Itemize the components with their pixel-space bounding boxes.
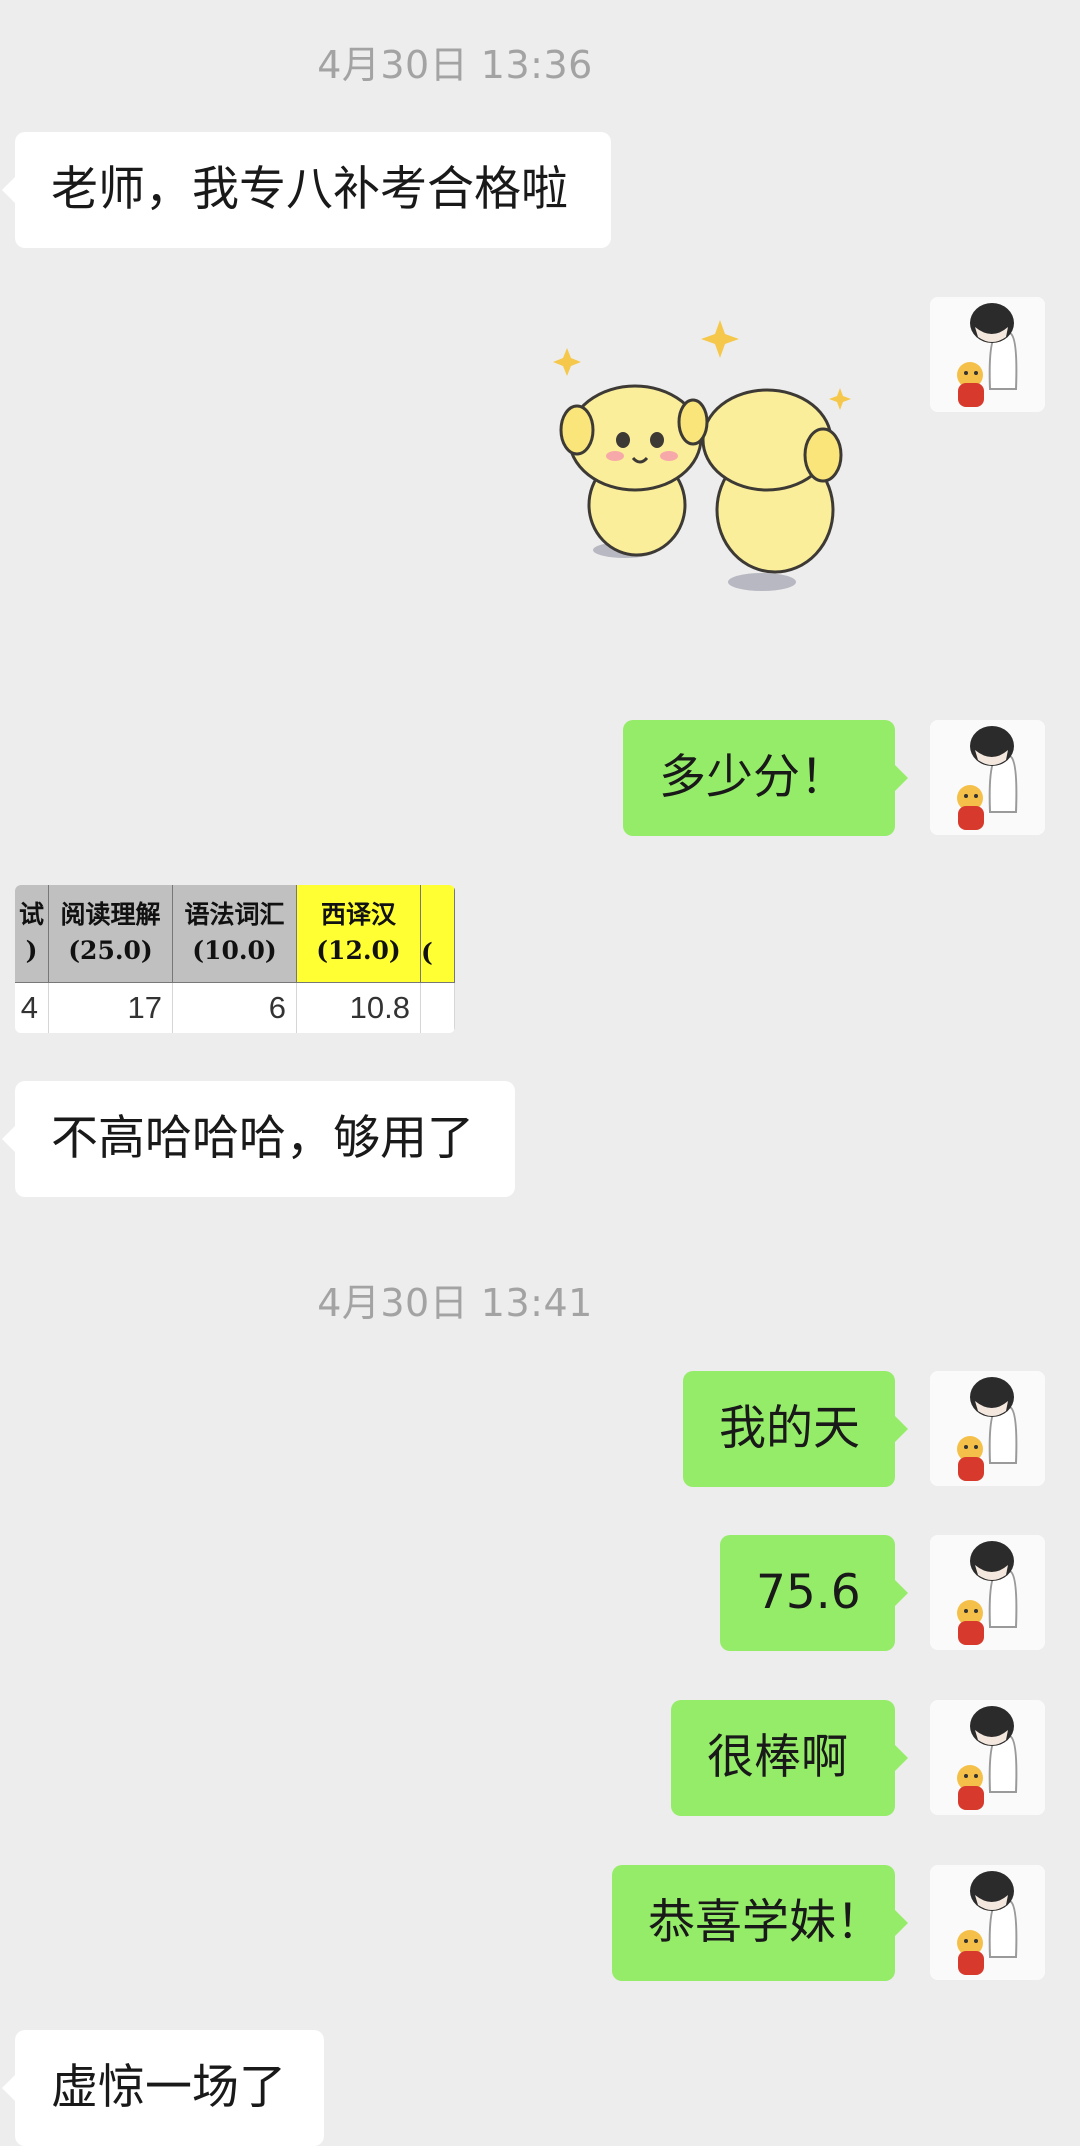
avatar[interactable] bbox=[930, 720, 1045, 835]
message-text: 不高哈哈哈，够用了 bbox=[51, 1111, 474, 1166]
score-spreadsheet-image[interactable]: 试) 阅读理解 (25.0) 语法词汇 (10.0) 西译汉 (12.0) ( 4 1… bbox=[15, 885, 455, 1033]
message-bubble-outgoing[interactable]: 恭喜学妹！ bbox=[612, 1865, 908, 1981]
table-header-highlighted: ( bbox=[421, 885, 455, 983]
table-cell: 4 bbox=[15, 983, 49, 1033]
message-text: 老师，我专八补考合格啦 bbox=[51, 162, 568, 217]
avatar-image bbox=[930, 1865, 1045, 1980]
message-text: 很棒啊 bbox=[707, 1730, 848, 1785]
table-header: 阅读理解 (25.0) bbox=[49, 885, 173, 983]
message-bubble-incoming[interactable]: 虚惊一场了 bbox=[2, 2030, 324, 2146]
message-bubble-incoming[interactable]: 不高哈哈哈，够用了 bbox=[2, 1081, 515, 1197]
avatar[interactable] bbox=[930, 1865, 1045, 1980]
message-bubble-outgoing[interactable]: 我的天 bbox=[683, 1371, 908, 1487]
avatar[interactable] bbox=[930, 297, 1045, 412]
table-header: 语法词汇 (10.0) bbox=[173, 885, 297, 983]
table-cell: 10.8 bbox=[297, 983, 421, 1033]
avatar-image bbox=[930, 1535, 1045, 1650]
message-bubble-outgoing[interactable]: 75.6 bbox=[720, 1535, 908, 1651]
table-header: 试) bbox=[15, 885, 49, 983]
timestamp: 4月30日 13:36 bbox=[317, 43, 593, 87]
message-text: 我的天 bbox=[719, 1401, 860, 1456]
message-bubble-outgoing[interactable]: 多少分！ bbox=[623, 720, 908, 836]
avatar-image bbox=[930, 1700, 1045, 1815]
avatar[interactable] bbox=[930, 1371, 1045, 1486]
avatar[interactable] bbox=[930, 1700, 1045, 1815]
table-cell bbox=[421, 983, 455, 1033]
avatar[interactable] bbox=[930, 1535, 1045, 1650]
message-text: 75.6 bbox=[756, 1565, 861, 1620]
avatar-image bbox=[930, 720, 1045, 835]
message-bubble-outgoing[interactable]: 很棒啊 bbox=[671, 1700, 908, 1816]
message-bubble-incoming[interactable]: 老师，我专八补考合格啦 bbox=[2, 132, 611, 248]
message-text: 多少分！ bbox=[659, 750, 847, 805]
timestamp: 4月30日 13:41 bbox=[317, 1281, 593, 1325]
hugging-dogs-sticker[interactable] bbox=[545, 320, 865, 610]
table-cell: 6 bbox=[173, 983, 297, 1033]
avatar-image bbox=[930, 1371, 1045, 1486]
table-header-highlighted: 西译汉 (12.0) bbox=[297, 885, 421, 983]
avatar-image bbox=[930, 297, 1045, 412]
message-text: 恭喜学妹！ bbox=[648, 1895, 883, 1950]
message-text: 虚惊一场了 bbox=[51, 2060, 286, 2115]
table-cell: 17 bbox=[49, 983, 173, 1033]
